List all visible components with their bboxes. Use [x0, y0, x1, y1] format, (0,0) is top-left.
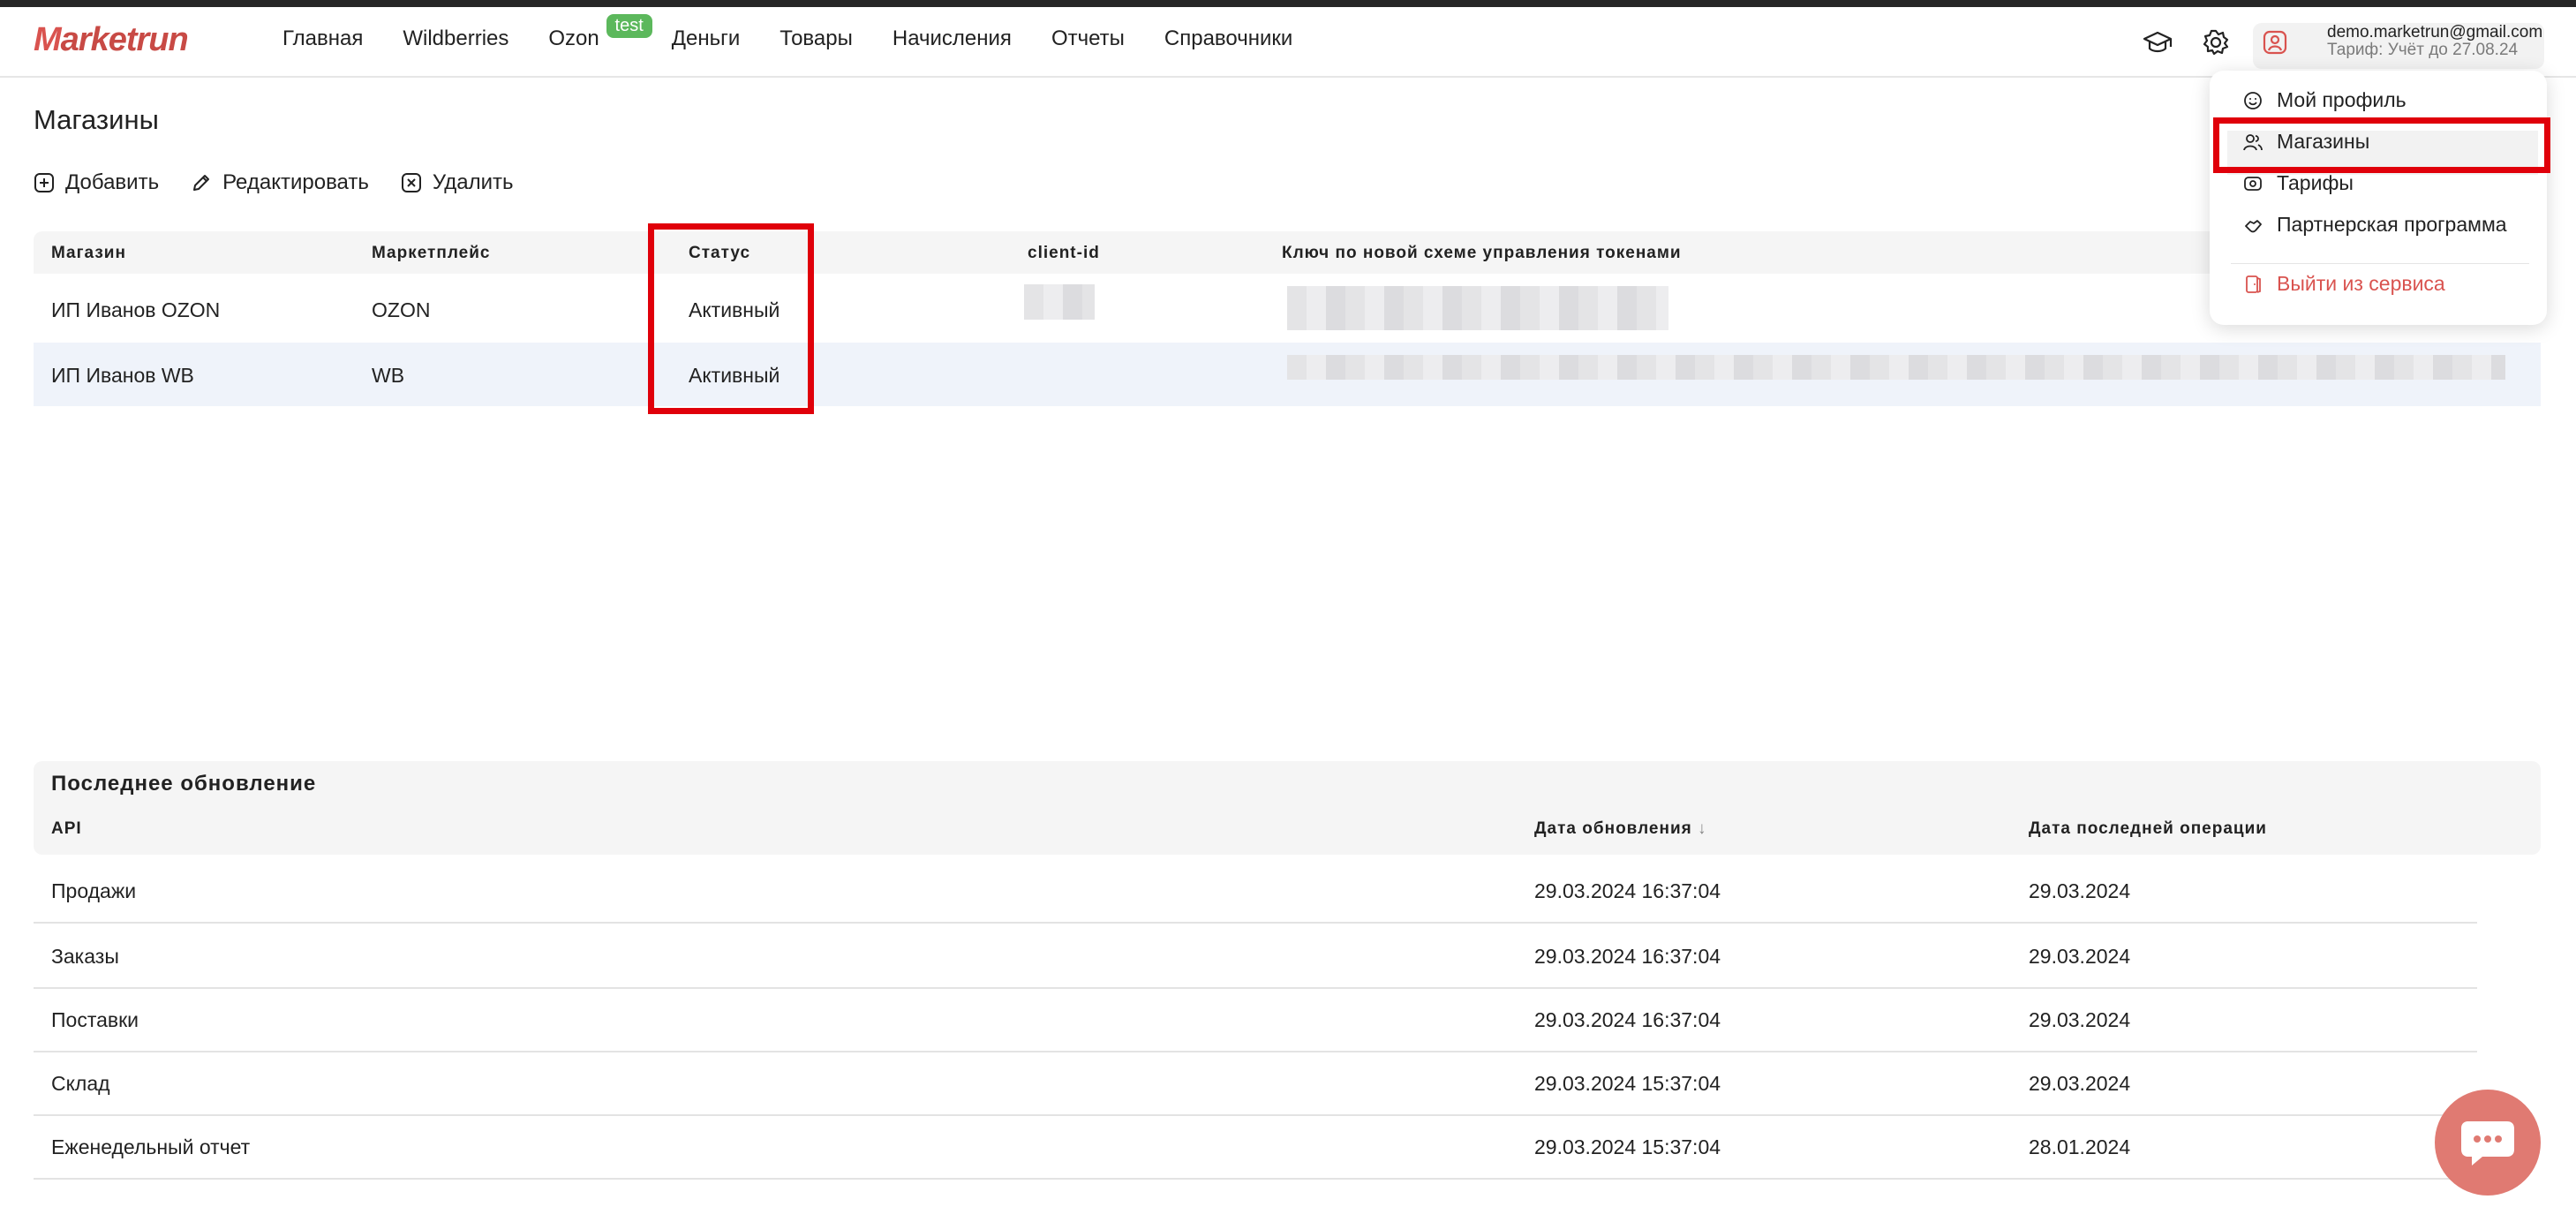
cash-icon — [2244, 176, 2262, 191]
last-op-date: 29.03.2024 — [2029, 945, 2131, 968]
smile-icon — [2244, 91, 2262, 109]
edit-button[interactable]: Редактировать — [191, 170, 369, 195]
api-name: Заказы — [51, 945, 119, 968]
last-op-date: 29.03.2024 — [2029, 1072, 2131, 1095]
user-icon[interactable] — [2256, 23, 2294, 62]
main-nav: Главная Wildberries Ozon test Деньги Това… — [282, 14, 1332, 51]
menu-logout[interactable]: Выйти из сервиса — [2243, 272, 2445, 296]
chat-icon — [2461, 1121, 2514, 1165]
updated-date: 29.03.2024 15:37:04 — [1534, 1135, 1721, 1158]
account-email: demo.marketrun@gmail.com — [2327, 23, 2543, 41]
shop-name: ИП Иванов WB — [51, 364, 194, 387]
table-row[interactable]: ИП Иванов OZON OZON Активный — [34, 277, 2541, 341]
table-row: Продажи 29.03.2024 16:37:04 29.03.2024 — [34, 858, 2477, 924]
account-dropdown: Мой профиль Магазины Тарифы Партнерская … — [2210, 71, 2547, 325]
shop-name: ИП Иванов OZON — [51, 298, 221, 321]
plus-square-icon — [34, 173, 54, 192]
api-name: Поставки — [51, 1008, 139, 1031]
toolbar: Добавить Редактировать Удалить — [34, 170, 546, 195]
nav-directories[interactable]: Справочники — [1164, 26, 1292, 51]
col-token-key[interactable]: Ключ по новой схеме управления токенами — [1282, 244, 1682, 263]
col-marketplace[interactable]: Маркетплейс — [372, 244, 490, 263]
table-row: Заказы 29.03.2024 16:37:04 29.03.2024 — [34, 924, 2477, 989]
col-api[interactable]: API — [51, 819, 82, 839]
updated-date: 29.03.2024 16:37:04 — [1534, 945, 1721, 968]
top-header: Marketrun Главная Wildberries Ozon test Д… — [0, 7, 2576, 78]
table-row: Еженедельный отчет 29.03.2024 15:37:04 2… — [34, 1114, 2477, 1180]
marketrun-logo[interactable]: Marketrun — [34, 21, 189, 59]
status-highlight-frame — [648, 223, 814, 414]
nav-accruals[interactable]: Начисления — [893, 26, 1012, 51]
updates-title: Последнее обновление — [51, 772, 317, 796]
add-button[interactable]: Добавить — [34, 170, 159, 195]
last-op-date: 29.03.2024 — [2029, 879, 2131, 902]
top-strip — [0, 0, 2576, 7]
col-last-op[interactable]: Дата последней операции — [2029, 819, 2267, 839]
table-row: Склад 29.03.2024 15:37:04 29.03.2024 — [34, 1051, 2477, 1116]
shop-marketplace: WB — [372, 364, 405, 387]
nav-wildberries[interactable]: Wildberries — [403, 26, 508, 51]
token-redacted — [1287, 286, 1668, 330]
api-name: Продажи — [51, 879, 137, 902]
shops-highlight-frame — [2213, 117, 2550, 173]
updated-date: 29.03.2024 15:37:04 — [1534, 1072, 1721, 1095]
sort-down-icon: ↓ — [1698, 819, 1707, 838]
gear-icon[interactable] — [2196, 23, 2235, 62]
delete-button[interactable]: Удалить — [401, 170, 514, 195]
col-updated[interactable]: Дата обновления ↓ — [1534, 819, 1707, 839]
last-op-date: 29.03.2024 — [2029, 1008, 2131, 1031]
menu-tariffs[interactable]: Тарифы — [2243, 171, 2354, 195]
nav-ozon[interactable]: Ozon test — [548, 14, 652, 51]
col-client-id[interactable]: client-id — [1028, 244, 1100, 263]
nav-reports[interactable]: Отчеты — [1051, 26, 1125, 51]
graduation-cap-icon[interactable] — [2138, 23, 2177, 62]
api-name: Склад — [51, 1072, 110, 1095]
nav-home[interactable]: Главная — [282, 26, 363, 51]
updated-date: 29.03.2024 16:37:04 — [1534, 1008, 1721, 1031]
ozon-test-badge: test — [606, 14, 652, 38]
shops-table-header: Магазин Маркетплейс Статус client-id Клю… — [34, 231, 2541, 274]
table-row[interactable]: ИП Иванов WB WB Активный — [34, 343, 2541, 406]
token-redacted — [1287, 355, 2505, 380]
last-op-date: 28.01.2024 — [2029, 1135, 2131, 1158]
updates-header: Последнее обновление API Дата обновления… — [34, 761, 2541, 855]
handshake-icon — [2245, 219, 2262, 232]
nav-money[interactable]: Деньги — [672, 26, 741, 51]
x-square-icon — [401, 173, 421, 192]
page-title: Магазины — [34, 104, 159, 135]
account-tariff: Тариф: Учёт до 27.08.24 — [2327, 41, 2519, 59]
api-name: Еженедельный отчет — [51, 1135, 251, 1158]
shop-marketplace: OZON — [372, 298, 431, 321]
chat-button[interactable] — [2435, 1090, 2541, 1196]
dropdown-divider — [2231, 263, 2529, 264]
col-shop[interactable]: Магазин — [51, 244, 126, 263]
updated-date: 29.03.2024 16:37:04 — [1534, 879, 1721, 902]
pencil-icon — [193, 175, 210, 191]
logout-icon — [2246, 275, 2261, 293]
menu-my-profile[interactable]: Мой профиль — [2243, 88, 2407, 112]
nav-products[interactable]: Товары — [780, 26, 853, 51]
table-row: Поставки 29.03.2024 16:37:04 29.03.2024 — [34, 987, 2477, 1052]
client-id-redacted — [1024, 284, 1095, 320]
menu-partner-program[interactable]: Партнерская программа — [2243, 213, 2507, 237]
